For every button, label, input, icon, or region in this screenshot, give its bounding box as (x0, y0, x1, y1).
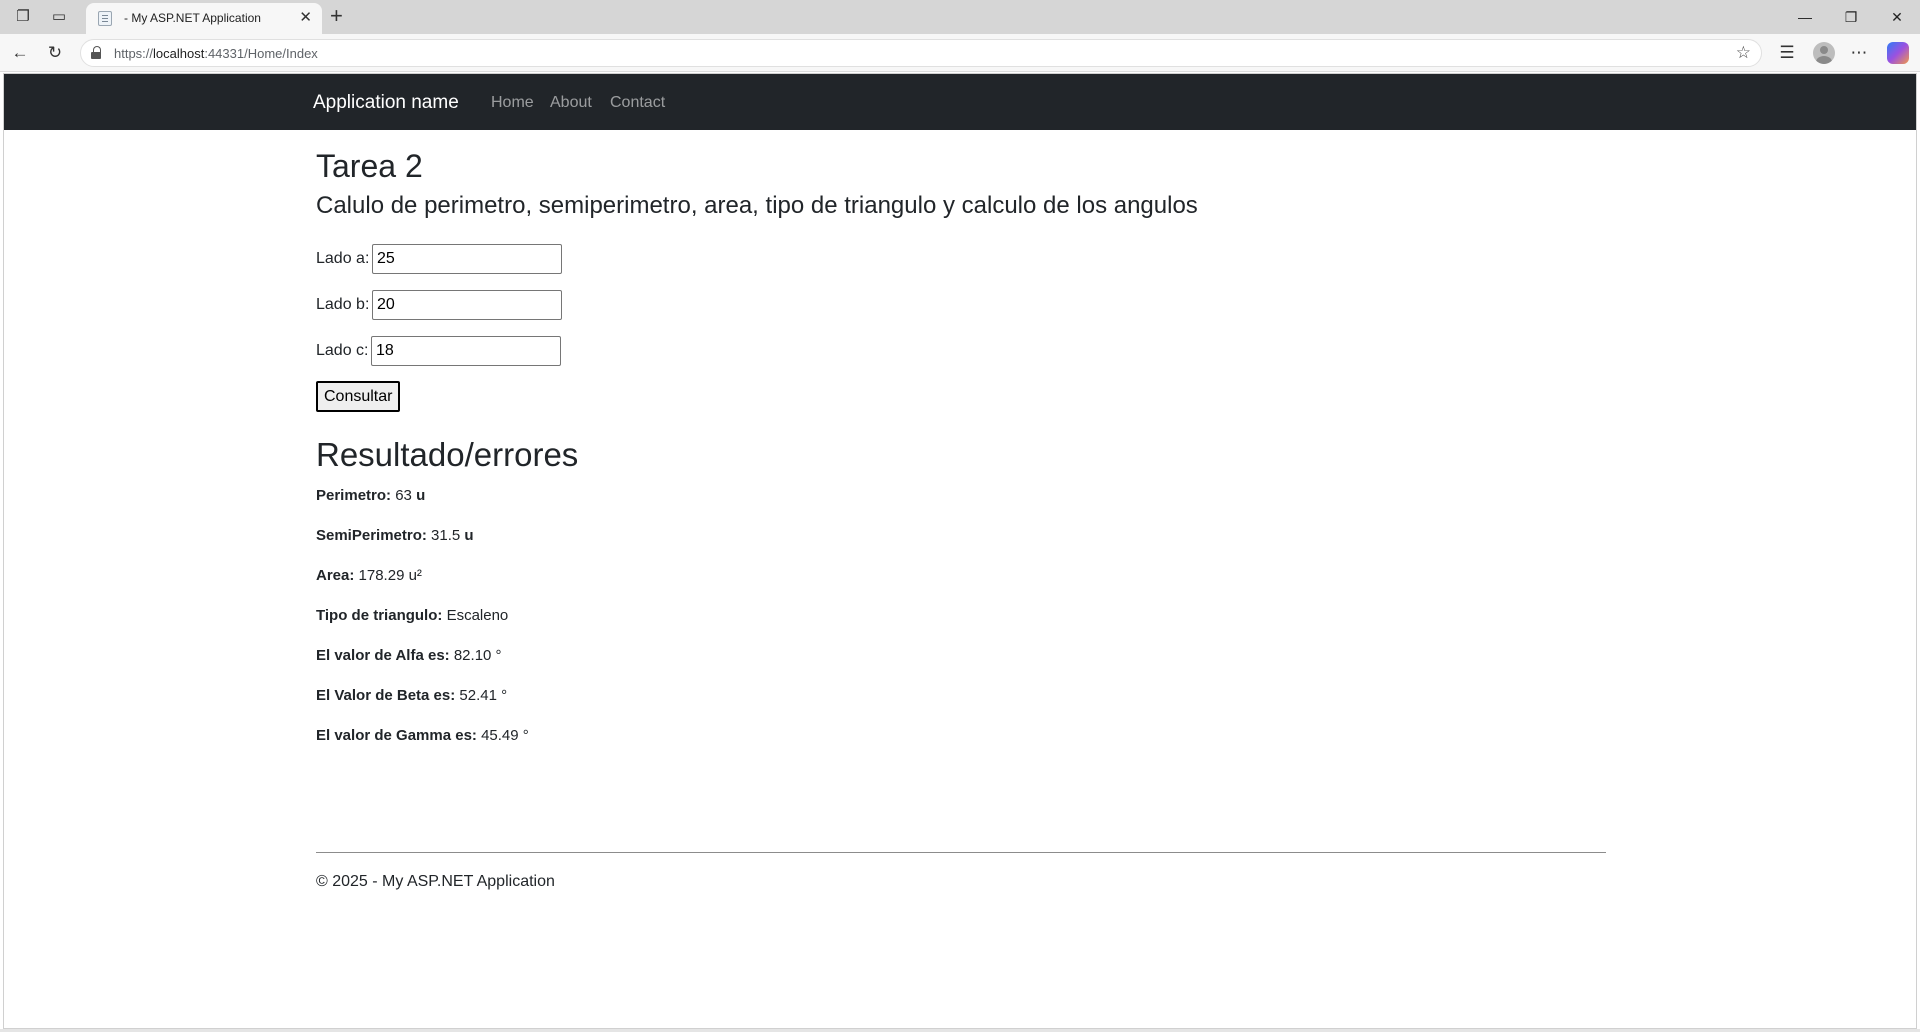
favorite-star-icon[interactable]: ☆ (1736, 43, 1751, 63)
navbar-brand[interactable]: Application name (313, 92, 459, 114)
page-viewport: Application name Home About Contact Tare… (3, 73, 1917, 1029)
result-value: 63 (395, 487, 412, 504)
result-value: 52.41 ° (459, 687, 508, 704)
lado-a-label: Lado a: (316, 250, 370, 267)
workspaces-icon[interactable]: ❐ (12, 6, 34, 28)
footer-text: © 2025 - My ASP.NET Application (316, 873, 555, 890)
result-label: Area: (316, 567, 355, 584)
result-label: Perimetro: (316, 487, 392, 504)
page-subtitle: Calulo de perimetro, semiperimetro, area… (316, 192, 1198, 219)
copilot-icon[interactable] (1887, 42, 1909, 64)
footer-divider (316, 852, 1606, 853)
result-label: Tipo de triangulo: (316, 607, 443, 624)
restore-icon[interactable]: ❐ (1836, 4, 1866, 30)
consultar-button[interactable]: Consultar (316, 381, 401, 412)
result-unit: u (464, 527, 474, 544)
result-area: Area: 178.29 u² (316, 567, 422, 584)
lado-a-input[interactable] (372, 244, 562, 274)
lock-icon[interactable] (90, 46, 104, 60)
tab-close-icon[interactable]: ✕ (299, 8, 312, 26)
result-label: El Valor de Beta es: (316, 687, 456, 704)
result-value: 45.49 ° (481, 727, 529, 744)
lado-b-label: Lado b: (316, 296, 370, 313)
address-bar[interactable]: https://localhost:44331/Home/Index ☆ (80, 39, 1762, 67)
result-semiperimetro: SemiPerimetro: 31.5 u (316, 527, 474, 544)
browser-toolbar: ← ↻ https://localhost:44331/Home/Index ☆… (0, 34, 1920, 72)
site-navbar: Application name Home About Contact (4, 74, 1916, 130)
lado-b-input[interactable] (372, 290, 562, 320)
result-unit: u (416, 487, 426, 504)
browser-tab-active[interactable]: - My ASP.NET Application ✕ (86, 3, 322, 34)
result-alfa: El valor de Alfa es: 82.10 ° (316, 647, 502, 664)
tab-title: - My ASP.NET Application (124, 11, 261, 25)
results-heading: Resultado/errores (316, 436, 579, 473)
result-gamma: El valor de Gamma es: 45.49 ° (316, 727, 529, 744)
window-close-icon[interactable]: ✕ (1882, 4, 1912, 30)
page-title: Tarea 2 (316, 148, 423, 184)
favorites-list-icon[interactable]: ☰ (1775, 42, 1799, 64)
vertical-tabs-icon[interactable]: ▭ (48, 6, 70, 28)
result-value: 82.10 ° (453, 647, 502, 664)
result-label: El valor de Gamma es: (316, 727, 477, 744)
result-perimetro: Perimetro: 63 u (316, 487, 425, 504)
more-options-icon[interactable]: ⋯ (1847, 42, 1871, 64)
nav-link-home[interactable]: Home (491, 94, 534, 112)
browser-tab-bar: ❐ ▭ - My ASP.NET Application ✕ + — ❐ ✕ (0, 0, 1920, 34)
url-prefix: https:// (114, 46, 154, 61)
back-arrow-icon[interactable]: ← (8, 42, 32, 64)
nav-link-about[interactable]: About (550, 94, 592, 112)
result-value: Escaleno (446, 607, 509, 624)
result-value: 31.5 (431, 527, 461, 544)
result-beta: El Valor de Beta es: 52.41 ° (316, 687, 507, 704)
url-text[interactable]: https://localhost:44331/Home/Index (114, 46, 318, 61)
reload-icon[interactable]: ↻ (43, 42, 67, 64)
url-host: localhost (153, 46, 205, 61)
nav-link-contact[interactable]: Contact (610, 94, 665, 112)
new-tab-plus-icon[interactable]: + (330, 3, 343, 29)
lado-c-input[interactable] (371, 336, 561, 366)
minimize-icon[interactable]: — (1790, 4, 1820, 30)
result-label: El valor de Alfa es: (316, 647, 450, 664)
profile-avatar[interactable] (1813, 42, 1835, 64)
result-value: 178.29 u² (358, 567, 422, 584)
result-label: SemiPerimetro: (316, 527, 427, 544)
page-favicon-icon (98, 11, 112, 26)
lado-c-label: Lado c: (316, 342, 369, 359)
url-path: :44331/Home/Index (204, 46, 318, 61)
result-tipo-triangulo: Tipo de triangulo: Escaleno (316, 607, 508, 624)
